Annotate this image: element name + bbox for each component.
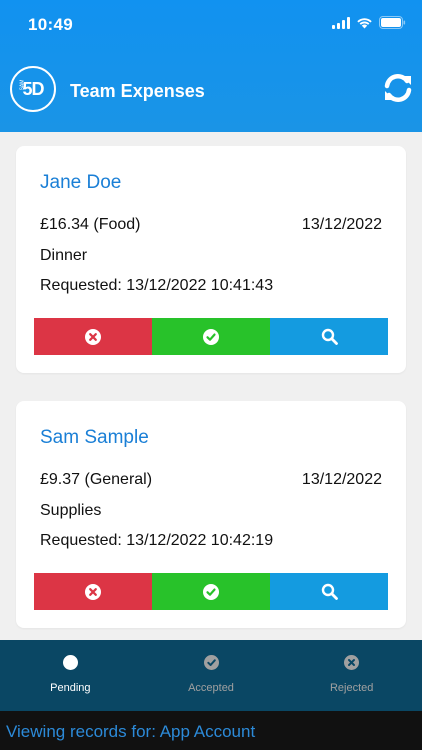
refresh-icon bbox=[384, 73, 412, 103]
app-logo: SAM 5D bbox=[10, 66, 56, 112]
header: 10:49 SAM 5D Team Expenses bbox=[0, 0, 422, 132]
tab-label: Rejected bbox=[329, 682, 374, 694]
check-circle-icon bbox=[203, 583, 219, 600]
tab-bar: Pending Accepted Rejected bbox=[0, 640, 422, 711]
tab-rejected[interactable]: Rejected bbox=[281, 640, 422, 711]
status-bar: 10:49 bbox=[0, 0, 422, 50]
app-bar: SAM 5D Team Expenses bbox=[0, 62, 422, 122]
x-circle-icon bbox=[85, 583, 101, 600]
requested-timestamp: Requested: 13/12/2022 10:42:19 bbox=[40, 532, 274, 549]
expense-card: Jane Doe £16.34 (Food) 13/12/2022 Dinner… bbox=[16, 146, 406, 373]
check-circle-icon bbox=[203, 328, 219, 345]
employee-name: Sam Sample bbox=[40, 427, 149, 448]
logo-text: 5D bbox=[22, 78, 44, 99]
action-bar bbox=[34, 318, 388, 355]
status-icons bbox=[332, 16, 406, 29]
expense-amount: £16.34 (Food) bbox=[40, 216, 141, 233]
reject-button[interactable] bbox=[34, 318, 152, 355]
view-details-button[interactable] bbox=[270, 318, 388, 355]
tab-label: Accepted bbox=[188, 682, 234, 694]
action-bar bbox=[34, 573, 388, 610]
x-circle-icon bbox=[85, 328, 101, 345]
battery-icon bbox=[379, 16, 406, 29]
reject-button[interactable] bbox=[34, 573, 152, 610]
expense-amount: £9.37 (General) bbox=[40, 471, 153, 488]
view-details-button[interactable] bbox=[270, 573, 388, 610]
circle-icon bbox=[62, 655, 78, 670]
employee-name: Jane Doe bbox=[40, 172, 122, 193]
expense-date: 13/12/2022 bbox=[301, 216, 382, 233]
refresh-button[interactable] bbox=[382, 72, 414, 104]
expense-card: Sam Sample £9.37 (General) 13/12/2022 Su… bbox=[16, 401, 406, 628]
check-circle-icon bbox=[203, 655, 219, 670]
accept-button[interactable] bbox=[152, 318, 270, 355]
tab-pending[interactable]: Pending bbox=[0, 640, 141, 711]
tab-label: Pending bbox=[50, 682, 91, 694]
search-icon bbox=[321, 328, 338, 345]
x-circle-icon bbox=[344, 655, 360, 670]
expense-description: Dinner bbox=[40, 247, 88, 264]
accept-button[interactable] bbox=[152, 573, 270, 610]
requested-timestamp: Requested: 13/12/2022 10:41:43 bbox=[40, 277, 274, 294]
footer-text: Viewing records for: App Account bbox=[6, 722, 256, 741]
expense-date: 13/12/2022 bbox=[301, 471, 382, 488]
page-title: Team Expenses bbox=[70, 81, 205, 101]
account-footer: Viewing records for: App Account bbox=[0, 711, 422, 750]
signal-icon bbox=[332, 16, 350, 29]
status-time: 10:49 bbox=[28, 15, 73, 34]
search-icon bbox=[321, 583, 338, 600]
tab-accepted[interactable]: Accepted bbox=[141, 640, 282, 711]
expense-description: Supplies bbox=[40, 502, 102, 519]
logo-small-text: SAM bbox=[19, 79, 26, 91]
wifi-icon bbox=[356, 17, 373, 29]
